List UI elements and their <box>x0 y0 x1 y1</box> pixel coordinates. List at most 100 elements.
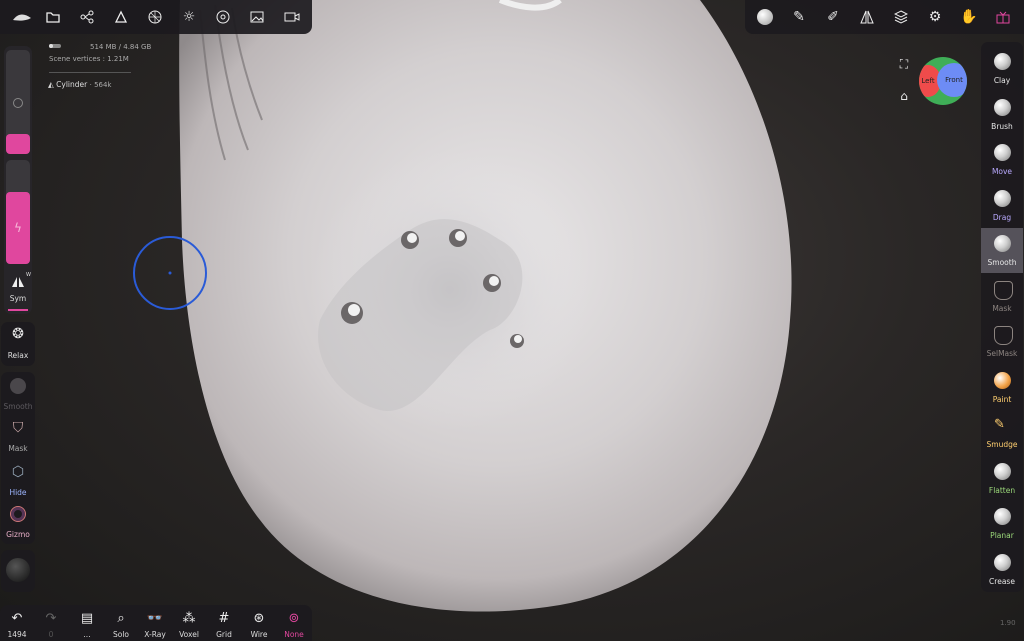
radius-slider[interactable] <box>6 50 30 154</box>
xray-button[interactable]: 👓 X-Ray <box>138 608 172 641</box>
top-toolbar: ☼ <box>0 0 312 34</box>
tool-flatten[interactable]: Flatten <box>981 456 1023 501</box>
tool-brush[interactable]: Brush <box>981 92 1023 137</box>
camera-icon[interactable] <box>276 4 308 30</box>
gesture-icon[interactable]: ✋ <box>955 4 983 30</box>
folder-icon[interactable] <box>38 4 68 30</box>
sphere-grid-icon[interactable] <box>140 4 170 30</box>
tool-selmask[interactable]: SelMask <box>981 319 1023 364</box>
wire-icon: ⊛ <box>253 611 265 626</box>
tool-label: Smooth <box>987 258 1017 267</box>
voxel-icon: ⁂ <box>182 611 196 626</box>
redo-icon: ↷ <box>45 611 57 626</box>
sym-button[interactable]: W Sym <box>4 272 32 312</box>
hide-label: Hide <box>9 488 27 497</box>
intensity-slider[interactable]: ϟ <box>6 160 30 264</box>
hide-icon: ⬡ <box>11 464 25 480</box>
vertices-text: Scene vertices : 1.21M <box>49 55 129 63</box>
settings-icon[interactable]: ⚙ <box>921 4 949 30</box>
tool-smooth[interactable]: Smooth <box>981 228 1023 273</box>
memory-bar <box>49 44 61 48</box>
tool-crease[interactable]: Crease <box>981 547 1023 592</box>
tool-label: Move <box>991 167 1013 176</box>
none-label: None <box>284 630 304 639</box>
none-button[interactable]: ⊚ None <box>277 608 311 641</box>
brush-ball-icon <box>994 235 1011 252</box>
logo-icon[interactable] <box>6 4 38 30</box>
material-icon[interactable] <box>208 4 238 30</box>
undo-button[interactable]: ↶ 1494 <box>0 608 34 641</box>
brush-cursor <box>133 236 207 310</box>
brush-ball-icon <box>994 144 1011 161</box>
view-gizmo[interactable]: Left Front <box>919 57 967 105</box>
pen-icon[interactable]: ✐ <box>819 4 847 30</box>
cube-tool-icon[interactable] <box>106 4 136 30</box>
lightning-icon: ϟ <box>6 192 30 264</box>
smooth-left-label: Smooth <box>3 402 33 411</box>
tool-label: Paint <box>992 394 1012 404</box>
tool-smudge[interactable]: ✎ Smudge <box>981 410 1023 455</box>
tool-label: Crease <box>989 576 1015 586</box>
relax-label: Relax <box>7 351 29 360</box>
home-icon[interactable]: ⌂ <box>896 88 912 104</box>
tool-drag[interactable]: Drag <box>981 183 1023 228</box>
matcap-ball-icon <box>6 558 30 582</box>
cube-tool-icon: ◭ <box>48 80 54 89</box>
material-ball-button[interactable] <box>1 550 35 592</box>
book-icon: ▤ <box>80 611 94 626</box>
tool-mask[interactable]: Mask <box>981 274 1023 319</box>
mask-shield-icon: ⛉ <box>12 420 24 436</box>
hide-button[interactable]: ⬡ Hide <box>1 462 35 500</box>
mask-left-button[interactable]: ⛉ Mask <box>1 418 35 456</box>
3d-viewport[interactable] <box>0 0 1024 641</box>
undo-count: 1494 <box>7 630 27 639</box>
history-dots: ... <box>83 630 91 639</box>
grid-button[interactable]: # Grid <box>207 608 241 641</box>
search-icon: ⌕ <box>117 611 125 626</box>
tool-paint[interactable]: Paint <box>981 365 1023 410</box>
brush-settings-icon[interactable] <box>751 4 779 30</box>
xray-label: X-Ray <box>144 630 166 639</box>
gizmo-left-label: Left <box>921 77 935 85</box>
smooth-icon <box>10 378 26 394</box>
solo-button[interactable]: ⌕ Solo <box>104 608 138 641</box>
sculpt-mesh <box>179 0 792 612</box>
tool-move[interactable]: Move <box>981 137 1023 182</box>
voxel-button[interactable]: ⁂ Voxel <box>172 608 206 641</box>
layers-icon[interactable] <box>887 4 915 30</box>
tool-clay[interactable]: Clay <box>981 46 1023 91</box>
sym-indicator <box>8 309 28 311</box>
sun-icon[interactable]: ☼ <box>174 4 204 30</box>
gift-icon[interactable] <box>989 4 1017 30</box>
brush-ball-icon <box>994 508 1011 525</box>
left-sliders: ϟ W Sym <box>4 46 32 314</box>
wire-button[interactable]: ⊛ Wire <box>242 608 276 641</box>
image-icon[interactable] <box>242 4 272 30</box>
scene-graph-icon[interactable] <box>72 4 102 30</box>
brush-ball-icon <box>994 462 1011 480</box>
solo-label: Solo <box>112 630 130 639</box>
bottom-toolbar: ↶ 1494 ↷ 0 ▤ ... ⌕ Solo 👓 X-Ray ⁂ Voxel … <box>0 605 312 641</box>
redo-button[interactable]: ↷ 0 <box>34 608 68 641</box>
radius-dot-icon <box>13 98 23 108</box>
brush-ball-icon <box>994 280 1013 300</box>
redo-count: 0 <box>48 630 54 639</box>
glasses-icon: 👓 <box>146 611 164 626</box>
brush-ball-icon <box>994 553 1011 571</box>
divider <box>49 72 131 73</box>
sym-badge: W <box>26 272 31 278</box>
tool-label: Smudge <box>986 440 1018 449</box>
tool-label: Brush <box>991 121 1013 131</box>
object-row[interactable]: ◭ Cylinder · 564k <box>48 80 112 89</box>
history-button[interactable]: ▤ ... <box>70 608 104 641</box>
tool-planar[interactable]: Planar <box>981 501 1023 546</box>
brush-ball-icon <box>994 53 1011 70</box>
stroke-icon[interactable]: ✎ <box>785 4 813 30</box>
relax-button[interactable]: ❂ Relax <box>1 322 35 366</box>
symmetry-icon[interactable] <box>853 4 881 30</box>
gizmo-button[interactable]: Gizmo <box>1 504 35 542</box>
gizmo-tool-icon <box>10 506 26 522</box>
fullscreen-icon[interactable]: ⛶ <box>896 56 912 72</box>
smooth-left-button[interactable]: Smooth <box>1 376 35 414</box>
gizmo-front-face[interactable]: Front <box>937 63 967 97</box>
